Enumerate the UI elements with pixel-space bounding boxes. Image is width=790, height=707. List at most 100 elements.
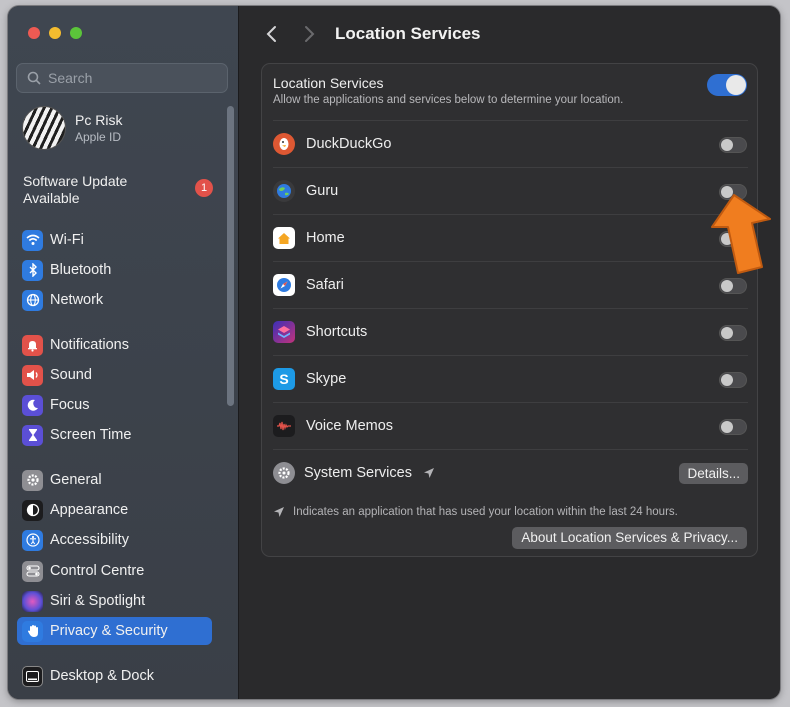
location-services-master-toggle[interactable]: [707, 74, 747, 96]
sidebar-item-label: Control Centre: [50, 563, 145, 579]
about-location-services-button[interactable]: About Location Services & Privacy...: [512, 527, 747, 549]
sidebar-item-desktop-dock[interactable]: Desktop & Dock: [17, 662, 212, 690]
app-name: System Services: [304, 465, 412, 481]
app-row-skype: S Skype: [273, 355, 748, 402]
sidebar-item-general[interactable]: General: [17, 466, 212, 494]
sidebar-item-wifi[interactable]: Wi-Fi: [17, 226, 212, 254]
location-arrow-icon: [274, 507, 284, 517]
sidebar-item-screen-time[interactable]: Screen Time: [17, 421, 212, 449]
software-update-item[interactable]: Software Update Available 1: [23, 173, 213, 207]
app-name: Voice Memos: [306, 418, 394, 434]
skype-location-toggle[interactable]: [719, 372, 747, 388]
appearance-icon: [22, 499, 43, 521]
update-count-badge: 1: [195, 179, 213, 197]
wifi-icon: [22, 229, 43, 251]
app-name: DuckDuckGo: [306, 136, 392, 152]
search-input[interactable]: [48, 70, 208, 86]
minimize-window-button[interactable]: [49, 27, 61, 39]
bell-icon: [22, 334, 43, 356]
system-services-gear-icon: [273, 462, 295, 484]
sidebar-item-appearance[interactable]: Appearance: [17, 496, 212, 524]
sidebar-item-label: Siri & Spotlight: [50, 593, 146, 609]
siri-icon: [22, 590, 43, 612]
sidebar-item-accessibility[interactable]: Accessibility: [17, 526, 212, 554]
card-title: Location Services: [273, 75, 384, 91]
software-update-label: Software Update Available: [23, 173, 128, 206]
duckduckgo-icon: [273, 133, 295, 155]
footnote: Indicates an application that has used y…: [273, 506, 678, 518]
app-name: Safari: [306, 277, 344, 293]
search-icon: [27, 71, 41, 85]
sidebar-item-siri-spotlight[interactable]: Siri & Spotlight: [17, 587, 212, 615]
footnote-text: Indicates an application that has used y…: [293, 506, 678, 518]
traffic-lights: [28, 27, 82, 39]
apple-id-profile[interactable]: Pc Risk Apple ID: [22, 106, 122, 150]
page-title: Location Services: [335, 24, 481, 43]
close-window-button[interactable]: [28, 27, 40, 39]
sidebar-item-label: Network: [50, 292, 104, 308]
sidebar: Pc Risk Apple ID Software Update Availab…: [8, 6, 239, 699]
sidebar-item-control-centre[interactable]: Control Centre: [17, 557, 212, 585]
voice-memos-location-toggle[interactable]: [719, 419, 747, 435]
control-centre-icon: [22, 560, 43, 582]
sidebar-item-label: Focus: [50, 397, 90, 413]
safari-location-toggle[interactable]: [719, 278, 747, 294]
gear-icon: [22, 469, 43, 491]
app-row-home: Home: [273, 214, 748, 261]
sidebar-item-label: Screen Time: [50, 427, 132, 443]
safari-icon: [273, 274, 295, 296]
guru-icon: [273, 180, 295, 202]
dock-icon: [22, 665, 43, 687]
voice-memos-icon: [273, 415, 295, 437]
sidebar-item-bluetooth[interactable]: Bluetooth: [17, 256, 212, 284]
sidebar-item-label: Privacy & Security: [50, 623, 168, 639]
sidebar-item-label: Accessibility: [50, 532, 129, 548]
location-arrow-icon: [424, 468, 434, 478]
sidebar-item-label: Notifications: [50, 337, 129, 353]
sidebar-item-label: Desktop & Dock: [50, 668, 154, 684]
home-icon: [273, 227, 295, 249]
globe-icon: [22, 289, 43, 311]
duckduckgo-location-toggle[interactable]: [719, 137, 747, 153]
app-row-shortcuts: Shortcuts: [273, 308, 748, 355]
app-name: Home: [306, 230, 345, 246]
bluetooth-icon: [22, 259, 43, 281]
search-field[interactable]: [16, 63, 228, 93]
sidebar-item-label: Sound: [50, 367, 92, 383]
location-services-card: Location Services Allow the applications…: [261, 63, 758, 557]
app-row-guru: Guru: [273, 167, 748, 214]
shortcuts-location-toggle[interactable]: [719, 325, 747, 341]
app-row-voice-memos: Voice Memos: [273, 402, 748, 449]
hand-icon: [22, 620, 43, 642]
toolbar: Location Services: [239, 6, 780, 60]
forward-button[interactable]: [298, 23, 320, 45]
sidebar-item-label: Wi-Fi: [50, 232, 84, 248]
app-row-duckduckgo: DuckDuckGo: [273, 120, 748, 167]
skype-icon: S: [273, 368, 295, 390]
avatar: [22, 106, 66, 150]
speaker-icon: [22, 364, 43, 386]
accessibility-icon: [22, 529, 43, 551]
settings-window: Pc Risk Apple ID Software Update Availab…: [8, 6, 780, 699]
sidebar-item-focus[interactable]: Focus: [17, 391, 212, 419]
shortcuts-icon: [273, 321, 295, 343]
app-name: Shortcuts: [306, 324, 368, 340]
main-pane: Location Services Location Services Allo…: [239, 6, 780, 699]
annotation-arrow-icon: [711, 194, 771, 274]
app-row-safari: Safari: [273, 261, 748, 308]
sidebar-item-sound[interactable]: Sound: [17, 361, 212, 389]
app-name: Skype: [306, 371, 347, 387]
card-subtitle: Allow the applications and services belo…: [273, 94, 624, 106]
sidebar-item-privacy-security[interactable]: Privacy & Security: [17, 617, 212, 645]
sidebar-item-network[interactable]: Network: [17, 286, 212, 314]
sidebar-item-label: Appearance: [50, 502, 129, 518]
zoom-window-button[interactable]: [70, 27, 82, 39]
sidebar-item-label: Bluetooth: [50, 262, 112, 278]
system-services-row: System Services Details...: [273, 449, 748, 496]
hourglass-icon: [22, 424, 43, 446]
sidebar-item-notifications[interactable]: Notifications: [17, 331, 212, 359]
back-button[interactable]: [261, 23, 283, 45]
profile-name: Pc Risk: [75, 112, 123, 128]
details-button[interactable]: Details...: [679, 463, 748, 484]
sidebar-scrollbar[interactable]: [227, 106, 234, 406]
